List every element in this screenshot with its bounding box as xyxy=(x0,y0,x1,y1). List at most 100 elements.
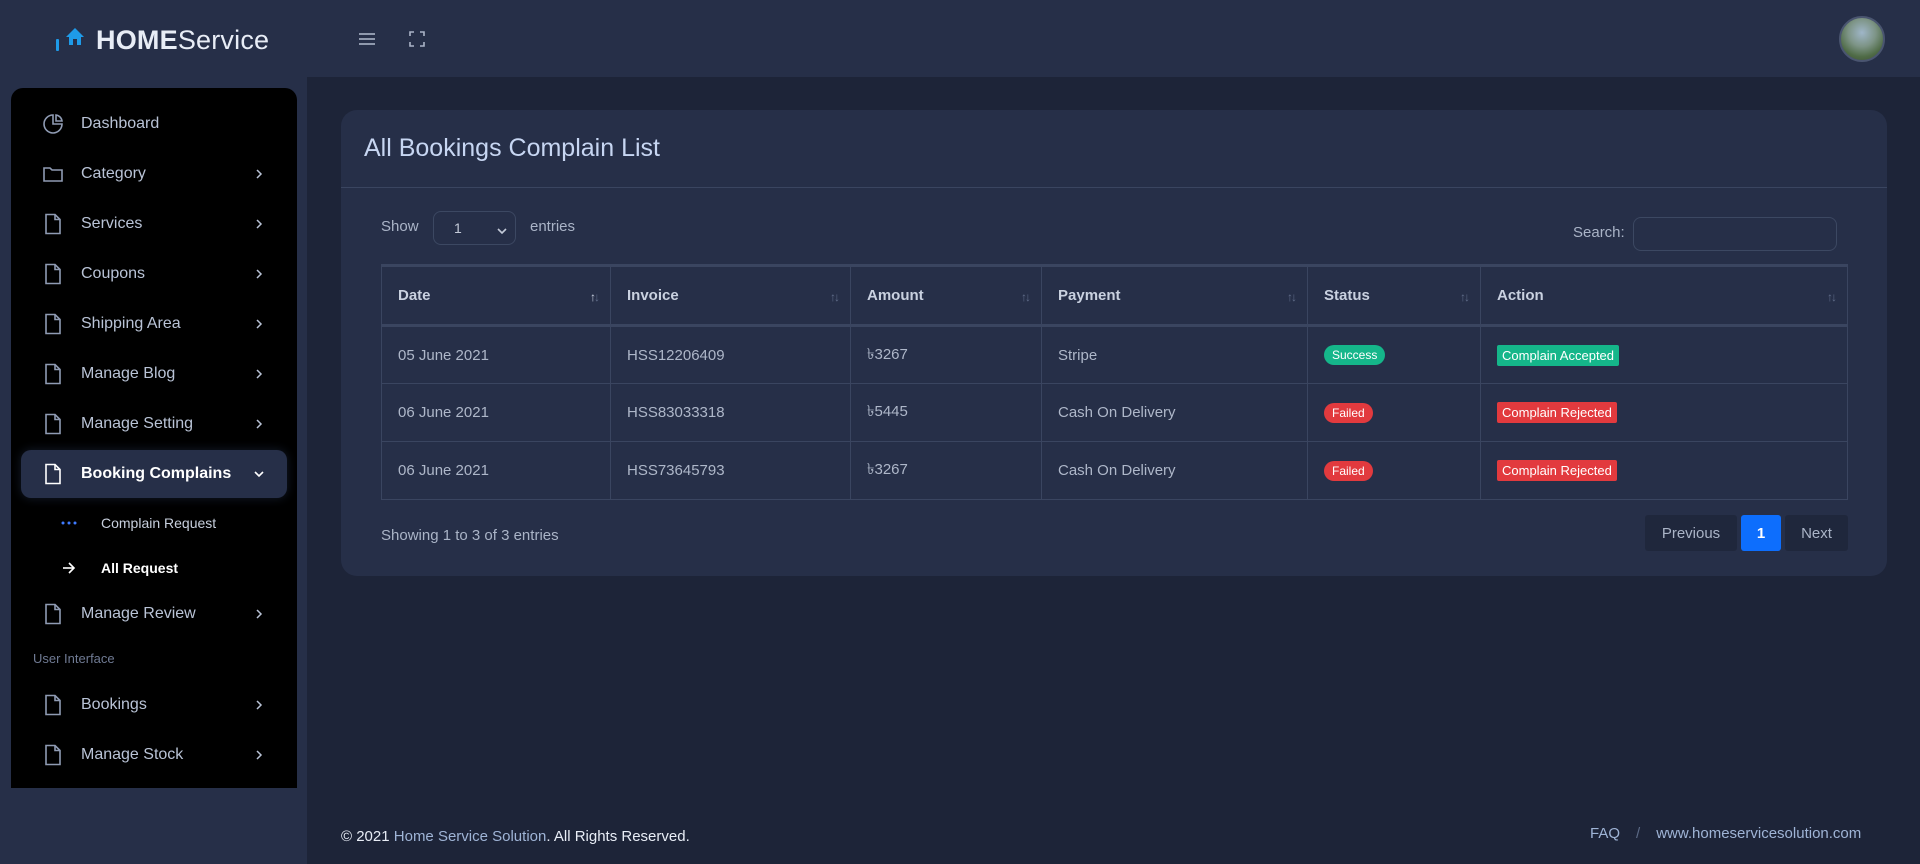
cell-date: 05 June 2021 xyxy=(381,325,611,384)
cell-amount: ৳3267 xyxy=(850,325,1042,384)
file-icon xyxy=(41,212,65,236)
sort-icon: ↑↓ xyxy=(1287,290,1297,304)
table-row: 05 June 2021 HSS12206409 ৳3267 Stripe Su… xyxy=(381,325,1848,384)
column-header-invoice[interactable]: Invoice ↑↓ xyxy=(610,264,851,327)
chevron-right-icon xyxy=(249,609,269,619)
pie-chart-icon xyxy=(41,112,65,136)
column-header-amount[interactable]: Amount ↑↓ xyxy=(850,264,1042,327)
chevron-down-icon xyxy=(497,223,507,239)
show-label: Show xyxy=(381,218,419,235)
brand-name: HOMEService xyxy=(96,24,270,55)
status-badge: Failed xyxy=(1324,402,1373,423)
sort-icon: ↑↓ xyxy=(590,290,600,304)
brand-logo[interactable]: HOMEService xyxy=(54,20,269,60)
column-header-status[interactable]: Status ↑↓ xyxy=(1307,264,1481,327)
column-header-payment[interactable]: Payment ↑↓ xyxy=(1041,264,1308,327)
sort-icon: ↑↓ xyxy=(1827,290,1837,304)
complain-list-card: All Bookings Complain List Show 1 entrie… xyxy=(341,110,1887,576)
sort-icon: ↑↓ xyxy=(1460,290,1470,304)
file-icon xyxy=(41,312,65,336)
next-page-button[interactable]: Next xyxy=(1785,515,1848,551)
chevron-right-icon xyxy=(249,419,269,429)
sidebar-item-coupons[interactable]: Coupons xyxy=(21,250,287,298)
dots-icon xyxy=(59,521,79,525)
cell-amount: ৳3267 xyxy=(850,441,1042,500)
hamburger-menu-icon[interactable] xyxy=(355,27,379,51)
submenu-item-all-request[interactable]: All Request xyxy=(59,553,178,583)
card-divider xyxy=(341,187,1887,188)
sidebar-item-manage-blog[interactable]: Manage Blog xyxy=(21,350,287,398)
sidebar-item-manage-review[interactable]: Manage Review xyxy=(21,590,287,638)
sidebar-item-category[interactable]: Category xyxy=(21,150,287,198)
sidebar-item-services[interactable]: Services xyxy=(21,200,287,248)
action-badge[interactable]: Complain Rejected xyxy=(1497,402,1617,423)
entries-select[interactable]: 1 xyxy=(433,211,516,245)
action-badge[interactable]: Complain Rejected xyxy=(1497,460,1617,481)
chevron-right-icon xyxy=(249,319,269,329)
sidebar-item-manage-setting[interactable]: Manage Setting xyxy=(21,400,287,448)
file-icon xyxy=(41,362,65,386)
sidebar: HOMEService Dashboard Category Services xyxy=(0,0,307,864)
fullscreen-icon[interactable] xyxy=(405,27,429,51)
chevron-down-icon xyxy=(249,469,269,479)
cell-payment: Cash On Delivery xyxy=(1041,441,1308,500)
cell-amount: ৳5445 xyxy=(850,383,1042,442)
column-header-date[interactable]: Date ↑↓ xyxy=(381,264,611,327)
cell-invoice: HSS83033318 xyxy=(610,383,851,442)
cell-status: Failed xyxy=(1307,441,1481,500)
chevron-right-icon xyxy=(249,269,269,279)
cell-payment: Stripe xyxy=(1041,325,1308,384)
table-row: 06 June 2021 HSS83033318 ৳5445 Cash On D… xyxy=(381,383,1848,442)
complain-table: Date ↑↓ Invoice ↑↓ Amount ↑↓ Payment ↑↓ Stat… xyxy=(381,264,1848,500)
sidebar-item-manage-stock[interactable]: Manage Stock xyxy=(21,731,287,779)
sidebar-item-booking-complains[interactable]: Booking Complains xyxy=(21,450,287,498)
arrow-right-icon xyxy=(59,561,79,575)
cell-action: Complain Rejected xyxy=(1480,441,1848,500)
chevron-right-icon xyxy=(249,219,269,229)
file-icon xyxy=(41,743,65,767)
search-input[interactable] xyxy=(1633,217,1837,251)
cell-date: 06 June 2021 xyxy=(381,383,611,442)
submenu-item-complain-request[interactable]: Complain Request xyxy=(59,508,216,538)
user-avatar[interactable] xyxy=(1839,16,1885,62)
page-title: All Bookings Complain List xyxy=(364,134,660,162)
sidebar-item-bookings[interactable]: Bookings xyxy=(21,681,287,729)
pagination: Previous 1 Next xyxy=(1645,515,1848,551)
topbar xyxy=(307,0,1920,77)
chevron-right-icon xyxy=(249,700,269,710)
sidebar-item-dashboard[interactable]: Dashboard xyxy=(21,100,287,148)
section-label-user-interface: User Interface xyxy=(33,651,115,666)
footer-faq-link[interactable]: FAQ xyxy=(1590,825,1620,842)
footer-website-link[interactable]: www.homeservicesolution.com xyxy=(1656,825,1861,842)
search-label: Search: xyxy=(1573,224,1625,241)
file-icon xyxy=(41,602,65,626)
action-badge[interactable]: Complain Accepted xyxy=(1497,344,1620,366)
chevron-right-icon xyxy=(249,169,269,179)
sidebar-item-shipping-area[interactable]: Shipping Area xyxy=(21,300,287,348)
previous-page-button[interactable]: Previous xyxy=(1645,515,1737,551)
status-badge: Success xyxy=(1324,345,1386,365)
file-icon xyxy=(41,462,65,486)
footer-links: FAQ / www.homeservicesolution.com xyxy=(1590,825,1861,842)
folder-icon xyxy=(41,162,65,186)
cell-status: Failed xyxy=(1307,383,1481,442)
sort-icon: ↑↓ xyxy=(830,290,840,304)
chevron-right-icon xyxy=(249,750,269,760)
cell-date: 06 June 2021 xyxy=(381,441,611,500)
pagination-summary: Showing 1 to 3 of 3 entries xyxy=(381,527,559,544)
cell-action: Complain Rejected xyxy=(1480,383,1848,442)
file-icon xyxy=(41,693,65,717)
file-icon xyxy=(41,412,65,436)
column-header-action[interactable]: Action ↑↓ xyxy=(1480,264,1848,327)
cell-payment: Cash On Delivery xyxy=(1041,383,1308,442)
home-logo-icon xyxy=(56,28,84,51)
footer-copyright: © 2021 Home Service Solution. All Rights… xyxy=(341,828,690,845)
cell-invoice: HSS73645793 xyxy=(610,441,851,500)
cell-invoice: HSS12206409 xyxy=(610,325,851,384)
footer-separator: / xyxy=(1636,825,1641,842)
entries-label: entries xyxy=(530,218,576,235)
page-1-button[interactable]: 1 xyxy=(1741,515,1781,551)
footer-company-link[interactable]: Home Service Solution xyxy=(394,828,547,845)
cell-status: Success xyxy=(1307,325,1481,384)
sort-icon: ↑↓ xyxy=(1021,290,1031,304)
